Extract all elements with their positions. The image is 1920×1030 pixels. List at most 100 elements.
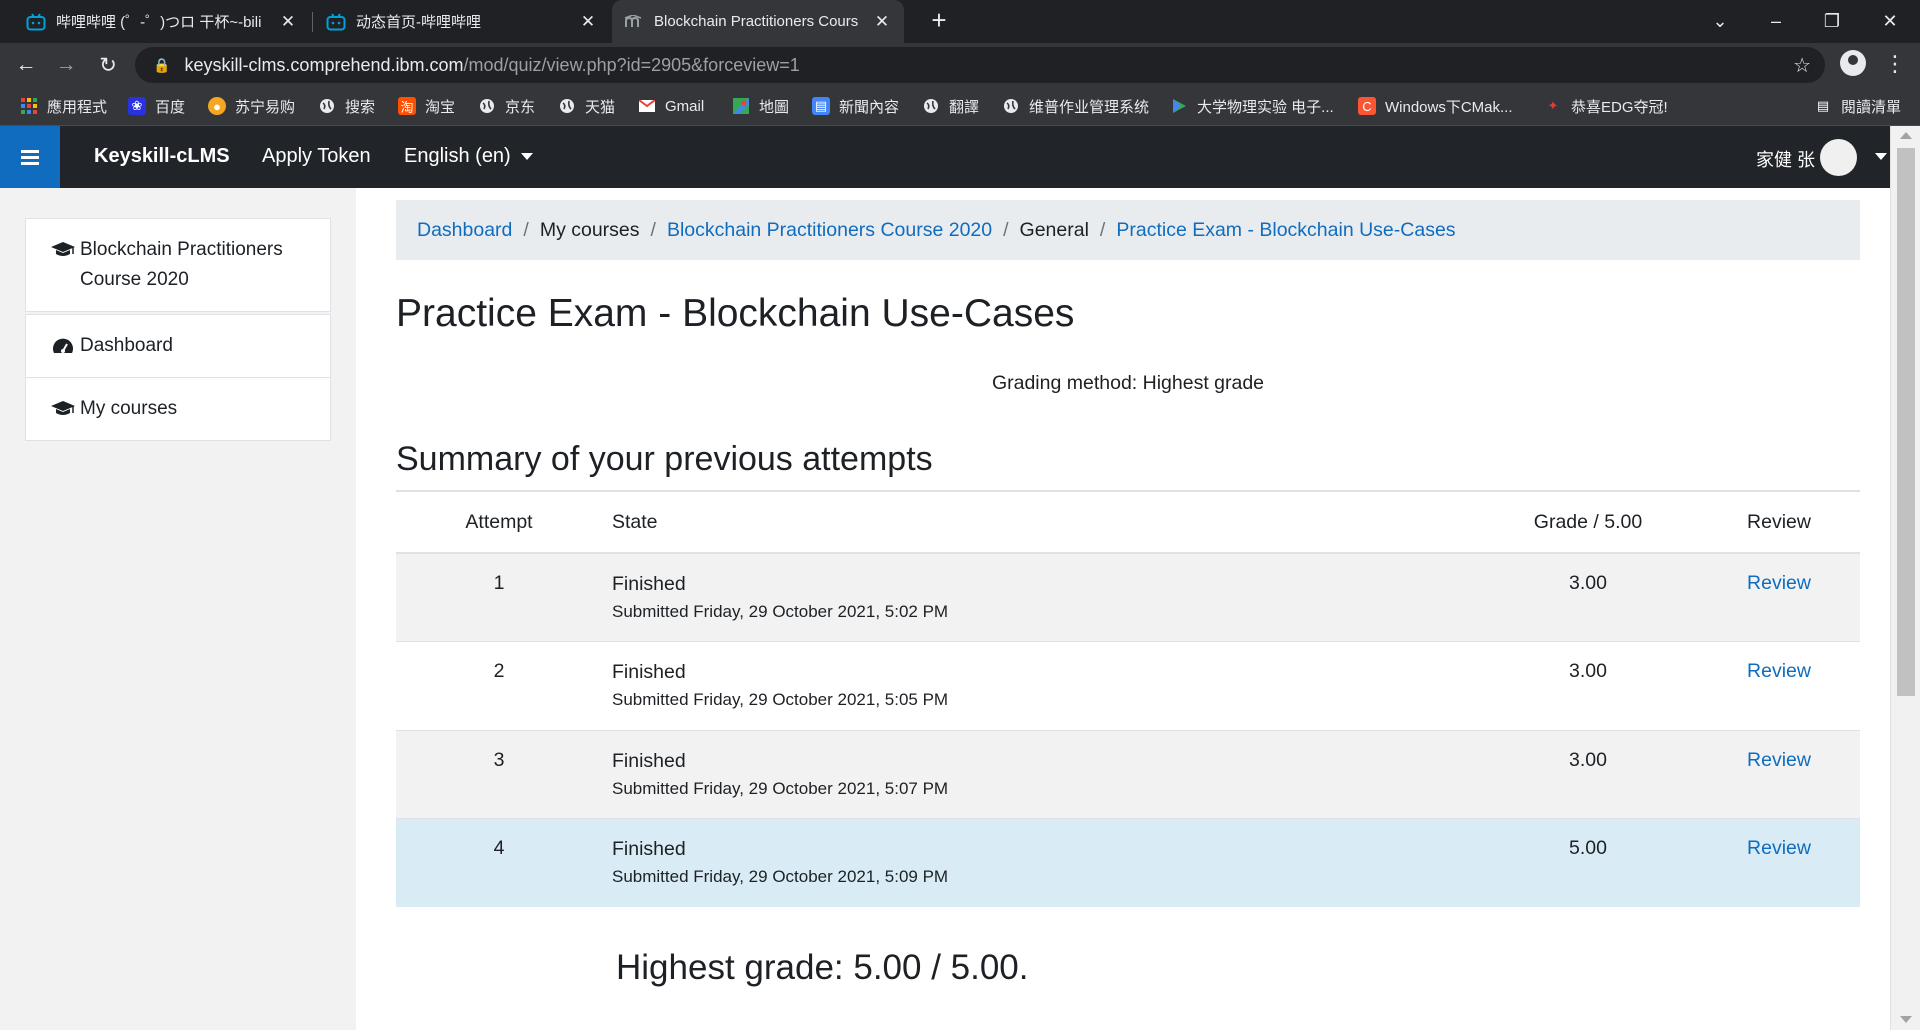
dashboard-gauge-icon: [50, 331, 76, 355]
main-content: Dashboard / My courses / Blockchain Prac…: [356, 188, 1890, 1030]
avatar[interactable]: [1820, 139, 1857, 176]
globe-icon: [318, 97, 336, 115]
minimize-icon[interactable]: –: [1748, 0, 1804, 43]
chevron-down-icon: [520, 153, 533, 161]
play-icon: [1170, 97, 1188, 115]
breadcrumb-separator: /: [650, 218, 656, 241]
drawer-item-label: Dashboard: [80, 335, 173, 356]
submitted-time: Submitted Friday, 29 October 2021, 5:02 …: [612, 602, 949, 621]
site-brand[interactable]: Keyskill-cLMS: [94, 145, 230, 168]
drawer-item-course[interactable]: Blockchain Practitioners Course 2020: [26, 219, 330, 311]
attempt-grade: 3.00: [1478, 641, 1698, 730]
bookmark-item[interactable]: 應用程式: [20, 86, 107, 126]
gmail-icon: [638, 97, 656, 115]
tab-close-icon[interactable]: ✕: [578, 12, 598, 32]
bookmark-item[interactable]: 淘淘宝: [398, 86, 455, 126]
breadcrumb-separator: /: [1003, 218, 1009, 241]
back-arrow-icon[interactable]: ←: [10, 49, 42, 81]
review-cell: Review: [1698, 641, 1860, 730]
forward-arrow-icon[interactable]: →: [50, 49, 82, 81]
table-row: 3 Finished Submitted Friday, 29 October …: [396, 729, 1860, 819]
language-menu[interactable]: English (en): [404, 145, 533, 168]
reload-icon[interactable]: ↻: [92, 49, 124, 81]
bookmark-item[interactable]: 大学物理实验 电子...: [1170, 86, 1334, 126]
graduation-cap-icon: [50, 235, 76, 259]
review-link[interactable]: Review: [1747, 837, 1811, 859]
reading-list-icon: ▤: [1816, 98, 1830, 113]
moodle-icon: [624, 12, 644, 32]
globe-icon: [922, 97, 940, 115]
attempt-number: 3: [396, 729, 602, 819]
news-icon: ▤: [812, 97, 830, 115]
drawer-item-label: My courses: [80, 398, 178, 419]
browser-tab-strip: 哔哩哔哩 (゜-゜)つロ 干杯~-bili ✕ 动态首页-哔哩哔哩 ✕ Bloc…: [0, 0, 1920, 43]
state-label: Finished: [612, 749, 686, 772]
tab-divider: [312, 12, 313, 32]
table-row: 2 Finished Submitted Friday, 29 October …: [396, 641, 1860, 730]
table-row: 1 Finished Submitted Friday, 29 October …: [396, 552, 1860, 642]
bookmark-item[interactable]: ● 苏宁易购: [208, 86, 295, 126]
bookmark-star-icon[interactable]: ☆: [1793, 53, 1811, 78]
url-path: /mod/quiz/view.php?id=2905&forceview=1: [463, 54, 800, 75]
user-name[interactable]: 家健 张: [1756, 146, 1815, 172]
new-tab-plus-icon[interactable]: +: [924, 6, 954, 36]
bookmark-item[interactable]: ✦ 恭喜EDG夺冠!: [1544, 86, 1668, 126]
breadcrumb-course[interactable]: Blockchain Practitioners Course 2020: [667, 219, 992, 242]
edg-icon: ✦: [1547, 98, 1559, 113]
review-link[interactable]: Review: [1747, 660, 1811, 682]
chevron-down-icon[interactable]: [1875, 153, 1887, 160]
reading-list[interactable]: ▤ 閱讀清單: [1814, 86, 1901, 126]
address-bar[interactable]: 🔒 keyskill-clms.comprehend.ibm.com/mod/q…: [135, 47, 1825, 83]
bookmark-item[interactable]: ▤ 新聞內容: [812, 86, 899, 126]
apply-token-link[interactable]: Apply Token: [262, 145, 371, 168]
breadcrumb: Dashboard / My courses / Blockchain Prac…: [396, 200, 1860, 260]
drawer-item-dashboard[interactable]: Dashboard: [26, 315, 330, 377]
column-header-attempt: Attempt: [396, 490, 602, 554]
bookmark-item[interactable]: 京东: [478, 86, 535, 126]
site-navbar: Keyskill-cLMS Apply Token English (en) 家…: [0, 126, 1890, 188]
bookmark-item[interactable]: C Windows下CMak...: [1358, 86, 1513, 126]
menu-hamburger-icon[interactable]: [0, 126, 60, 188]
bookmark-item[interactable]: 地圖: [732, 86, 789, 126]
page-scrollbar[interactable]: [1890, 126, 1920, 1030]
browser-tab[interactable]: 动态首页-哔哩哔哩 ✕: [314, 0, 610, 43]
bookmark-item[interactable]: 天猫: [558, 86, 615, 126]
submitted-time: Submitted Friday, 29 October 2021, 5:07 …: [612, 778, 949, 798]
apps-grid-icon: [20, 97, 38, 115]
browser-menu-icon[interactable]: ⋮: [1884, 48, 1906, 80]
scroll-down-arrow-icon[interactable]: [1900, 1016, 1912, 1023]
state-label: Finished: [612, 573, 686, 595]
maps-icon: [732, 97, 750, 115]
state-label: Finished: [612, 661, 686, 683]
review-link[interactable]: Review: [1747, 572, 1811, 594]
review-link[interactable]: Review: [1747, 749, 1811, 771]
breadcrumb-quiz[interactable]: Practice Exam - Blockchain Use-Cases: [1116, 219, 1455, 242]
bookmark-item[interactable]: ❀ 百度: [128, 86, 185, 126]
bookmark-item[interactable]: 维普作业管理系统: [1002, 86, 1149, 126]
tab-title: Blockchain Practitioners Cours: [654, 13, 859, 30]
drawer-nav-card: Dashboard My courses: [25, 314, 331, 441]
browser-tab[interactable]: 哔哩哔哩 (゜-゜)つロ 干杯~-bili ✕: [14, 0, 310, 43]
restore-icon[interactable]: ❐: [1804, 0, 1860, 43]
bookmark-item[interactable]: 翻譯: [922, 86, 979, 126]
tab-search-chevron-icon[interactable]: ⌄: [1692, 0, 1748, 43]
breadcrumb-separator: /: [1099, 218, 1106, 241]
breadcrumb-my-courses: My courses: [539, 218, 640, 241]
scroll-up-arrow-icon[interactable]: [1900, 132, 1912, 139]
profile-icon[interactable]: [1840, 50, 1866, 76]
browser-toolbar: ← → ↻ 🔒 keyskill-clms.comprehend.ibm.com…: [0, 43, 1920, 86]
browser-tab-active[interactable]: Blockchain Practitioners Cours ✕: [612, 0, 904, 43]
url-host: keyskill-clms.comprehend.ibm.com: [184, 54, 464, 75]
bookmark-item[interactable]: Gmail: [638, 86, 704, 126]
attempt-number: 1: [396, 552, 602, 642]
column-header-state: State: [602, 490, 1478, 554]
tab-close-icon[interactable]: ✕: [872, 12, 892, 32]
drawer-item-my-courses[interactable]: My courses: [26, 377, 330, 440]
breadcrumb-dashboard[interactable]: Dashboard: [417, 219, 512, 242]
bookmark-item[interactable]: 搜索: [318, 86, 375, 126]
tab-close-icon[interactable]: ✕: [278, 12, 298, 32]
window-close-icon[interactable]: ✕: [1862, 0, 1918, 43]
globe-icon: [1002, 97, 1020, 115]
attempt-number: 4: [396, 818, 602, 907]
scrollbar-thumb[interactable]: [1897, 148, 1915, 696]
